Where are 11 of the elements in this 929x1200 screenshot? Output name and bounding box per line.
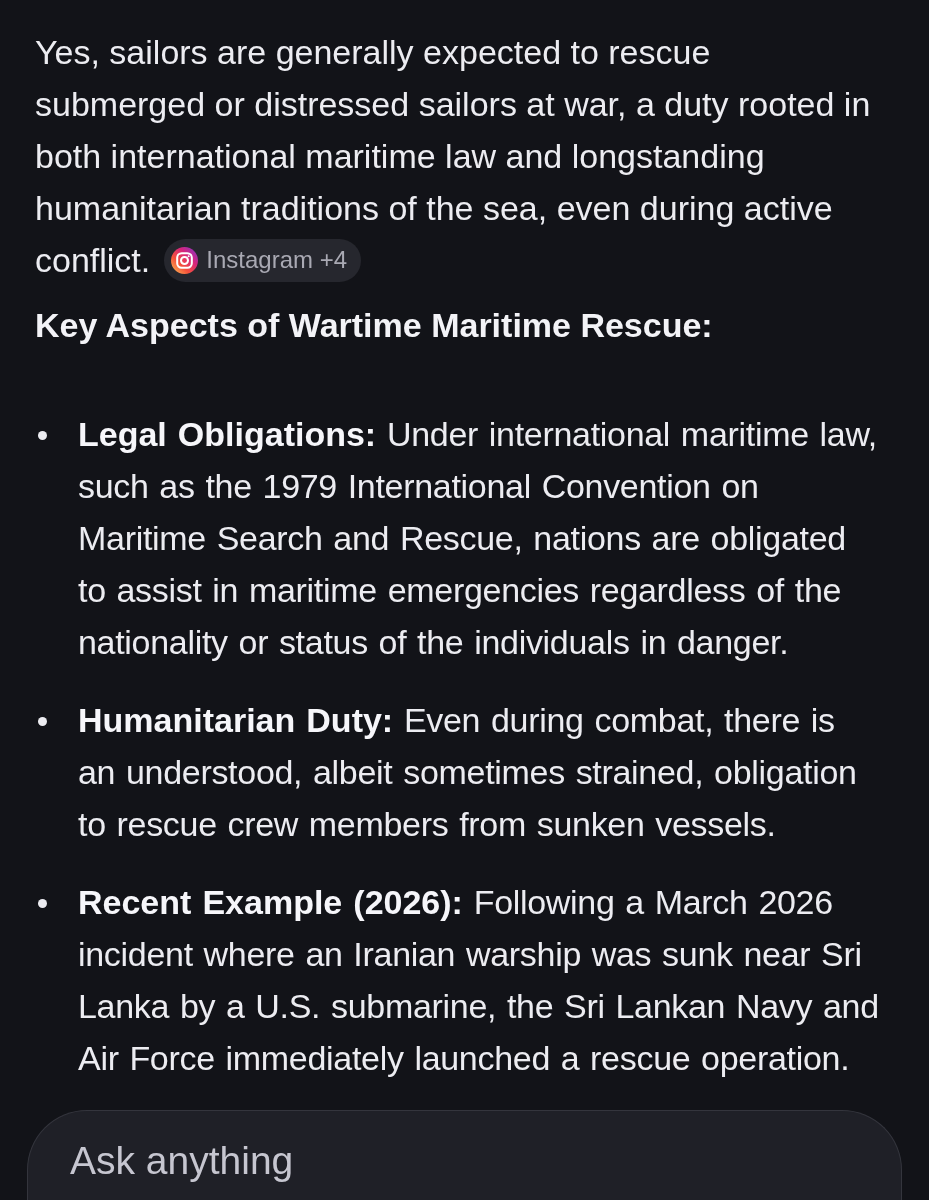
ask-input-field[interactable]: Ask anything (27, 1110, 902, 1200)
source-chip[interactable]: Instagram +4 (164, 238, 361, 282)
bullet-icon (38, 717, 47, 726)
bullet-text: Legal Obligations: Under international maritime law, such as the 1979 International Convention on Maritime Search and Rescue, nations are obligated to assist in maritime emergencies regardless of the nationality or status of the individuals in danger. (78, 414, 878, 663)
answer-paragraph: Yes, sailors are generally expected to rescue submerged or distressed sailors at war, a duty rooted in both international maritime law and longstanding humanitarian traditions of the sea, even during active conflict. Instagram +4 (35, 26, 883, 286)
camera-app-icon (171, 246, 199, 274)
bullet-icon (38, 431, 47, 440)
section-heading: Key Aspects of Wartime Maritime Rescue: (35, 305, 714, 346)
bullet-text: Recent Example (2026): Following a March 2026 incident where an Iranian warship was sunk near Sri Lanka by a U.S. submarine, the Sri Lankan Navy and Air Force immediately launched a rescue operation. (78, 882, 880, 1079)
bullet-icon (38, 899, 47, 908)
bullet-text: Humanitarian Duty: Even during combat, there is an understood, albeit sometimes strained, obligation to rescue crew members from sunken vessels. (78, 700, 858, 845)
